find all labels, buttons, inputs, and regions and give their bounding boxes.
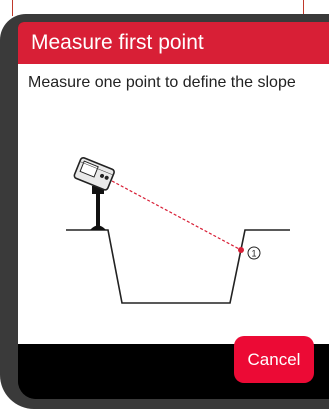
measure-dialog: Measure first point Measure one point to…	[18, 22, 329, 399]
measured-point	[238, 247, 244, 253]
dialog-titlebar: Measure first point	[18, 22, 329, 64]
dialog-title: Measure first point	[31, 31, 204, 54]
dialog-content: Measure one point to define the slope 1	[18, 64, 329, 344]
background-mark	[12, 0, 13, 16]
measure-line	[111, 180, 242, 251]
cancel-button[interactable]: Cancel	[234, 336, 314, 383]
slope-illustration: 1	[66, 156, 290, 304]
point-number-label: 1	[251, 249, 256, 259]
trench-profile	[66, 229, 290, 304]
laser-device-icon	[73, 156, 115, 230]
